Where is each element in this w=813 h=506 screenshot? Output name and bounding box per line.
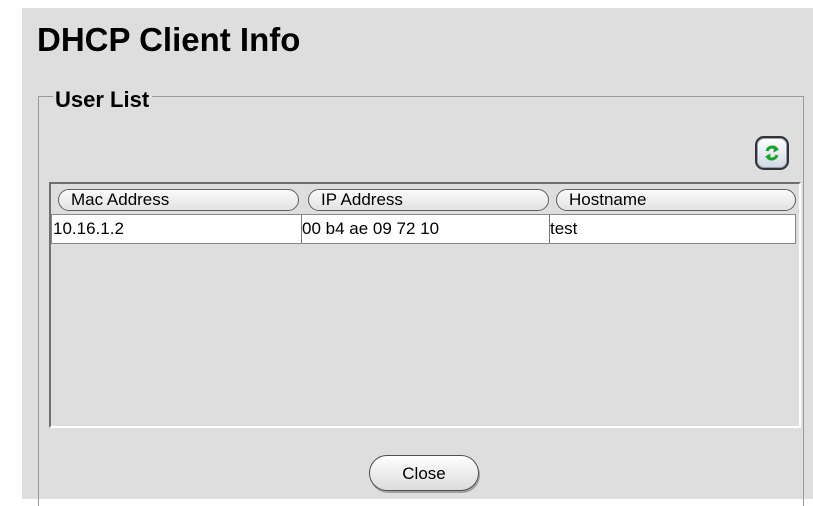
refresh-button[interactable] [755, 136, 789, 170]
refresh-icon [765, 145, 779, 161]
table-row[interactable]: 10.16.1.2 00 b4 ae 09 72 10 test [51, 214, 796, 244]
column-header-hostname[interactable]: Hostname [556, 189, 796, 211]
close-button[interactable]: Close [369, 455, 479, 491]
column-header-mac-address[interactable]: Mac Address [58, 189, 299, 211]
user-list-table: Mac Address IP Address Hostname 10.16.1.… [49, 182, 801, 428]
user-list-legend: User List [53, 86, 153, 114]
dhcp-client-info-panel: DHCP Client Info User List Mac Address I… [22, 8, 813, 506]
cell-ip-address: 00 b4 ae 09 72 10 [301, 215, 551, 243]
table-header: Mac Address IP Address Hostname [51, 184, 799, 214]
cell-hostname: test [549, 215, 796, 243]
column-header-ip-address[interactable]: IP Address [308, 189, 549, 211]
page-title: DHCP Client Info [37, 21, 301, 58]
cell-mac-address: 10.16.1.2 [53, 219, 124, 238]
